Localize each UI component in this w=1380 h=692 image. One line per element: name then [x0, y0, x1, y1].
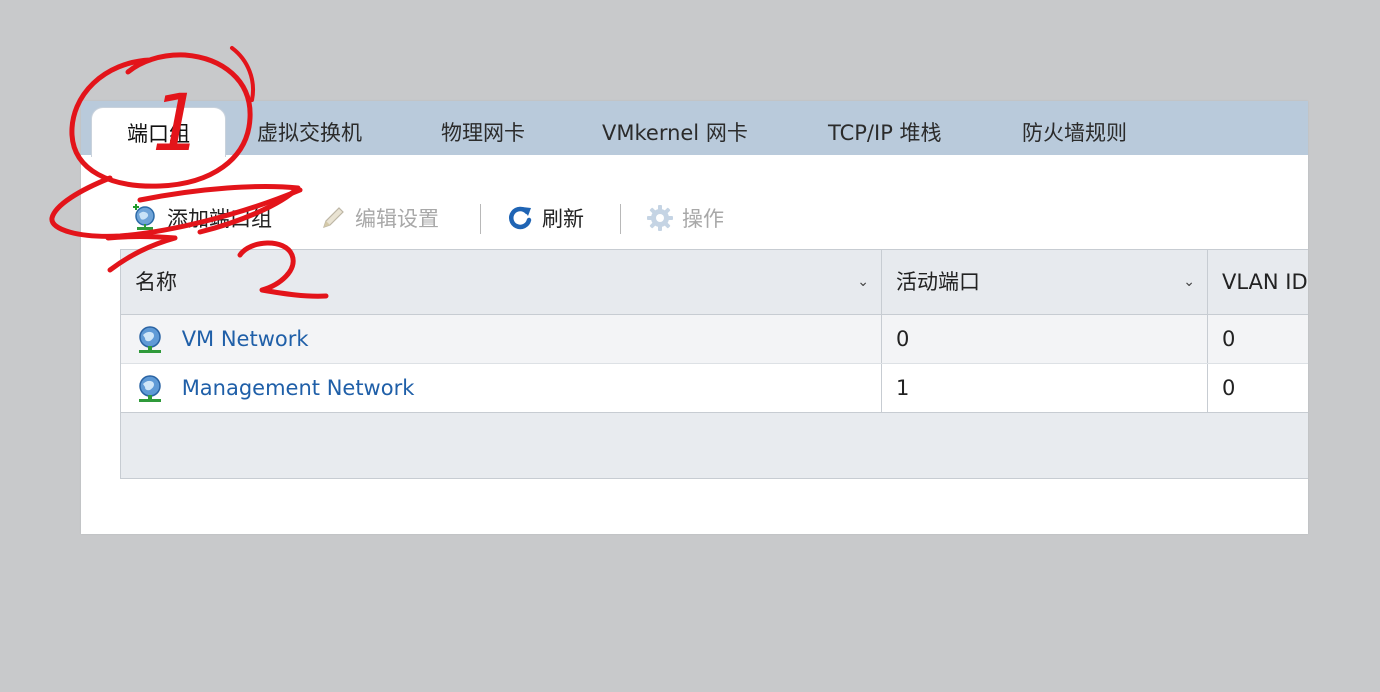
port-group-table: 名称 ⌄ 活动端口 ⌄ VLAN ID VM Network 0 0 Manag…: [120, 249, 1308, 479]
add-port-group-button[interactable]: 添加端口组: [131, 202, 272, 234]
cell-vlan-id: 0: [1222, 327, 1236, 351]
edit-settings-label: 编辑设置: [355, 207, 439, 231]
network-globe-icon: [135, 323, 165, 353]
refresh-icon: [506, 204, 534, 232]
column-header-active-ports[interactable]: 活动端口 ⌄: [882, 250, 1208, 314]
edit-settings-button[interactable]: 编辑设置: [319, 202, 439, 234]
table-row[interactable]: VM Network 0 0: [121, 315, 1308, 364]
actions-button[interactable]: 操作: [646, 202, 724, 234]
tab-firewall-rules[interactable]: 防火墙规则: [1022, 107, 1127, 155]
pencil-icon: [319, 204, 347, 232]
column-header-name[interactable]: 名称 ⌄: [121, 250, 882, 314]
cell-name: VM Network: [121, 315, 882, 363]
chevron-down-icon[interactable]: ⌄: [1183, 250, 1195, 314]
toolbar-separator: [480, 204, 481, 234]
cell-vlan-id: 0: [1222, 376, 1236, 400]
cell-active-ports: 1: [882, 364, 1208, 412]
tab-tcpip-stacks[interactable]: TCP/IP 堆栈: [828, 107, 942, 155]
toolbar: 添加端口组 编辑设置 刷新 操作: [81, 155, 1308, 249]
toolbar-separator: [620, 204, 621, 234]
table-header: 名称 ⌄ 活动端口 ⌄ VLAN ID: [121, 250, 1308, 315]
port-group-link[interactable]: VM Network: [182, 327, 309, 351]
table-empty-area: [121, 413, 1308, 478]
column-header-active-ports-label: 活动端口: [896, 270, 980, 294]
refresh-label: 刷新: [542, 207, 584, 231]
port-group-link[interactable]: Management Network: [182, 376, 415, 400]
column-header-vlan-id[interactable]: VLAN ID: [1208, 250, 1308, 314]
port-group-panel: 端口组 虚拟交换机 物理网卡 VMkernel 网卡 TCP/IP 堆栈 防火墙…: [81, 101, 1308, 534]
column-header-name-label: 名称: [135, 270, 177, 294]
tab-port-groups[interactable]: 端口组: [91, 107, 226, 157]
add-network-icon: [131, 204, 159, 232]
actions-label: 操作: [682, 207, 724, 231]
annotation-circle-stroke: [230, 46, 255, 102]
cell-name: Management Network: [121, 364, 882, 412]
tab-virtual-switches[interactable]: 虚拟交换机: [257, 107, 362, 155]
cell-active-ports: 0: [882, 315, 1208, 363]
network-globe-icon: [135, 372, 165, 402]
gear-icon: [646, 204, 674, 232]
tab-bar: 端口组 虚拟交换机 物理网卡 VMkernel 网卡 TCP/IP 堆栈 防火墙…: [81, 101, 1308, 157]
chevron-down-icon[interactable]: ⌄: [857, 250, 869, 314]
tab-vmkernel-nics[interactable]: VMkernel 网卡: [602, 107, 748, 155]
refresh-button[interactable]: 刷新: [506, 202, 584, 234]
tab-physical-nics[interactable]: 物理网卡: [441, 107, 525, 155]
table-row[interactable]: Management Network 1 0: [121, 364, 1308, 413]
add-port-group-label: 添加端口组: [167, 207, 272, 231]
column-header-vlan-id-label: VLAN ID: [1222, 270, 1308, 294]
